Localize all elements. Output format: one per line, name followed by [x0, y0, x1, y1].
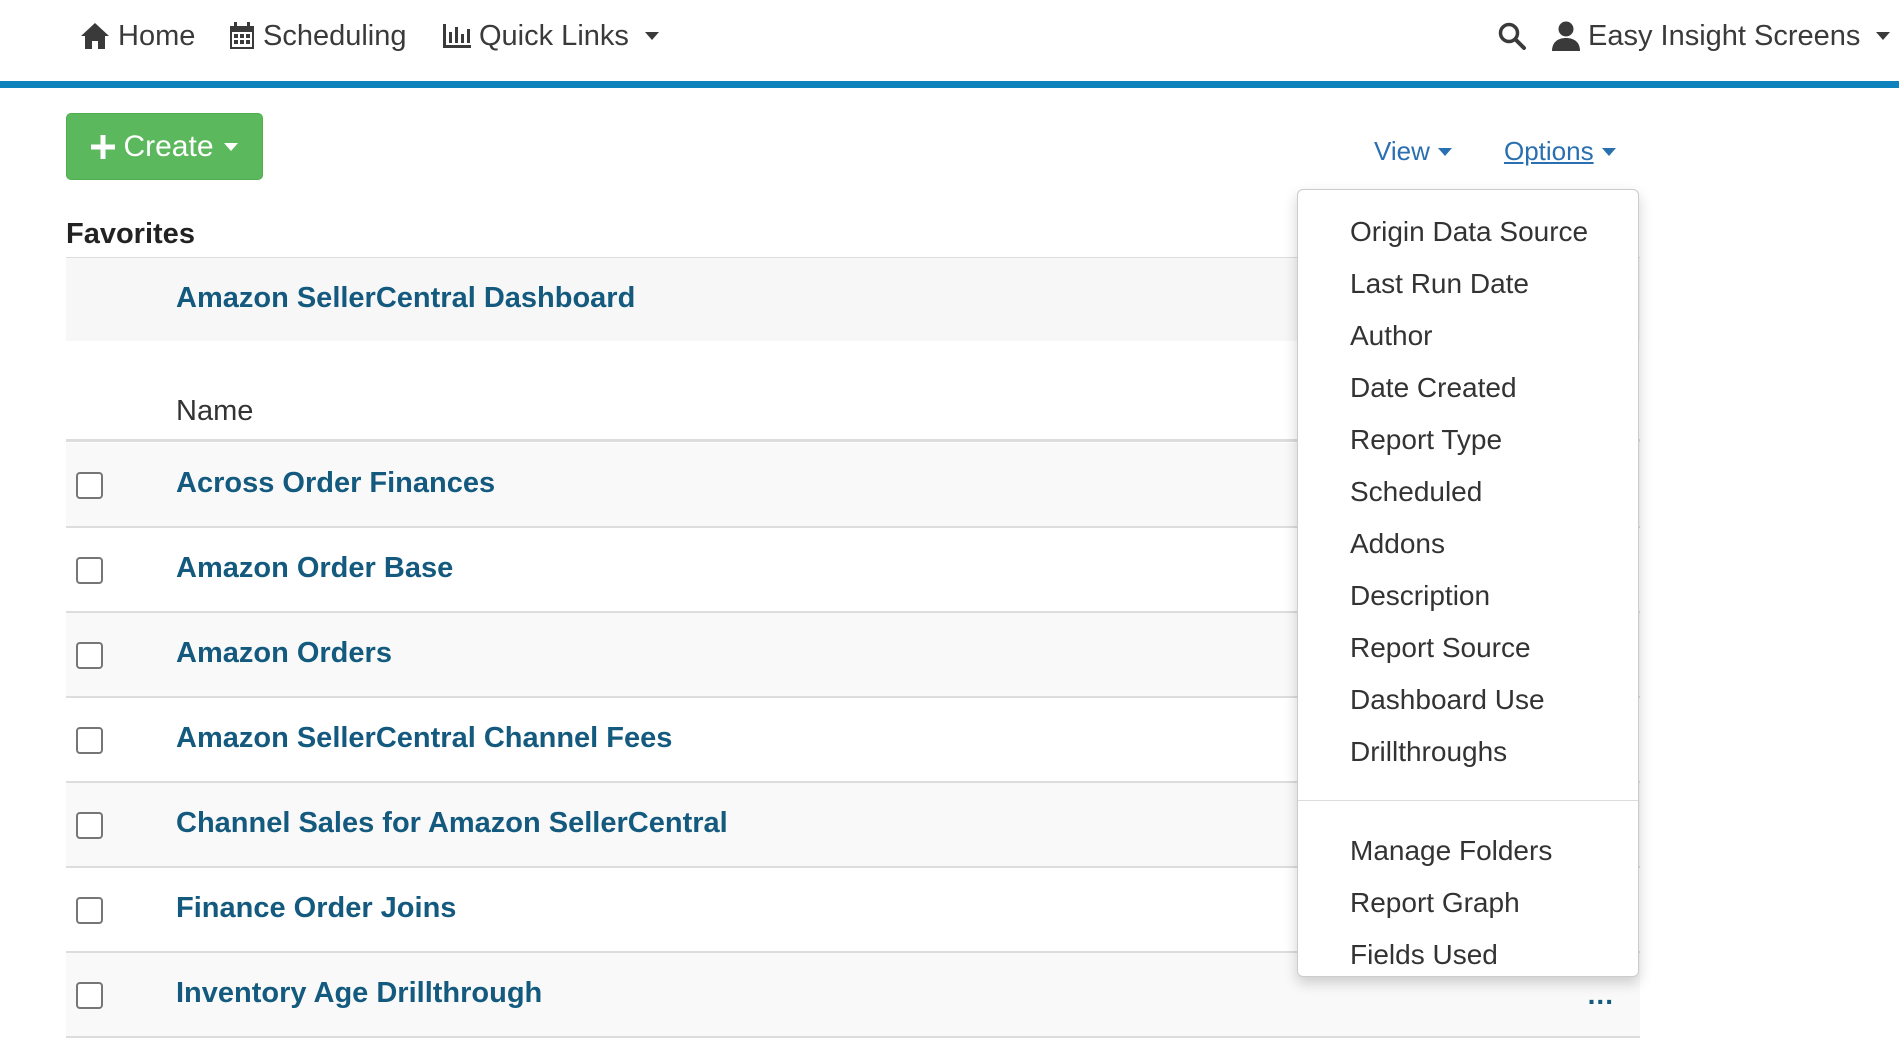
user-name: Easy Insight Screens [1588, 19, 1861, 52]
options-label: Options [1504, 136, 1594, 166]
row-checkbox[interactable] [76, 727, 103, 754]
report-link[interactable]: Amazon Orders [176, 637, 392, 670]
nav-quick-links-label: Quick Links [479, 19, 629, 52]
report-link[interactable]: Across Order Finances [176, 467, 495, 500]
report-link[interactable]: Amazon Order Base [176, 552, 453, 585]
options-menu-button[interactable]: Options [1504, 136, 1616, 167]
menu-item-report-type[interactable]: Report Type [1298, 414, 1638, 466]
name-column-header[interactable]: Name [176, 395, 253, 428]
row-checkbox[interactable] [76, 472, 103, 499]
menu-item-date-created[interactable]: Date Created [1298, 362, 1638, 414]
chevron-down-icon [1437, 147, 1452, 156]
menu-item-dashboard-use[interactable]: Dashboard Use [1298, 674, 1638, 726]
menu-item-manage-folders[interactable]: Manage Folders [1298, 825, 1638, 877]
bar-chart-icon [443, 24, 471, 48]
chevron-down-icon [223, 142, 238, 151]
search-button[interactable] [1498, 14, 1526, 58]
home-icon [80, 22, 110, 50]
row-checkbox[interactable] [76, 642, 103, 669]
menu-item-drillthroughs[interactable]: Drillthroughs [1298, 726, 1638, 778]
nav-home[interactable]: Home [80, 14, 195, 58]
calendar-icon [229, 22, 255, 50]
user-menu[interactable]: Easy Insight Screens [1552, 14, 1891, 58]
menu-item-addons[interactable]: Addons [1298, 518, 1638, 570]
row-checkbox[interactable] [76, 982, 103, 1009]
create-button-label: Create [123, 129, 214, 163]
favorite-link[interactable]: Amazon SellerCentral Dashboard [176, 282, 635, 315]
chevron-down-icon [644, 32, 659, 40]
create-button[interactable]: Create [66, 113, 263, 180]
menu-item-origin-data-source[interactable]: Origin Data Source [1298, 206, 1638, 258]
menu-item-description[interactable]: Description [1298, 570, 1638, 622]
nav-quick-links[interactable]: Quick Links [443, 14, 659, 58]
menu-item-last-run-date[interactable]: Last Run Date [1298, 258, 1638, 310]
report-link[interactable]: Amazon SellerCentral Channel Fees [176, 722, 672, 755]
menu-item-report-graph[interactable]: Report Graph [1298, 877, 1638, 929]
row-actions-button[interactable]: ... [1588, 979, 1614, 1011]
menu-item-scheduled[interactable]: Scheduled [1298, 466, 1638, 518]
menu-item-author[interactable]: Author [1298, 310, 1638, 362]
menu-item-fields-used[interactable]: Fields Used [1298, 929, 1638, 981]
user-icon [1552, 21, 1580, 51]
options-dropdown-menu: Origin Data Source Last Run Date Author … [1297, 189, 1639, 977]
chevron-down-icon [1601, 147, 1616, 156]
top-navbar: Home Scheduling Quick Links Easy Insight… [0, 0, 1899, 88]
nav-scheduling-label: Scheduling [263, 19, 407, 52]
report-link[interactable]: Channel Sales for Amazon SellerCentral [176, 807, 728, 840]
report-link[interactable]: Inventory Age Drillthrough [176, 977, 542, 1010]
menu-divider [1298, 800, 1638, 801]
nav-scheduling[interactable]: Scheduling [229, 14, 407, 58]
nav-home-label: Home [118, 19, 196, 52]
plus-icon [91, 134, 116, 159]
search-icon [1498, 22, 1526, 50]
menu-item-report-source[interactable]: Report Source [1298, 622, 1638, 674]
view-label: View [1374, 136, 1430, 166]
row-checkbox[interactable] [76, 557, 103, 584]
row-checkbox[interactable] [76, 897, 103, 924]
favorites-title: Favorites [66, 218, 195, 250]
row-checkbox[interactable] [76, 812, 103, 839]
report-link[interactable]: Finance Order Joins [176, 892, 456, 925]
view-menu-button[interactable]: View [1374, 136, 1452, 167]
chevron-down-icon [1876, 32, 1891, 40]
